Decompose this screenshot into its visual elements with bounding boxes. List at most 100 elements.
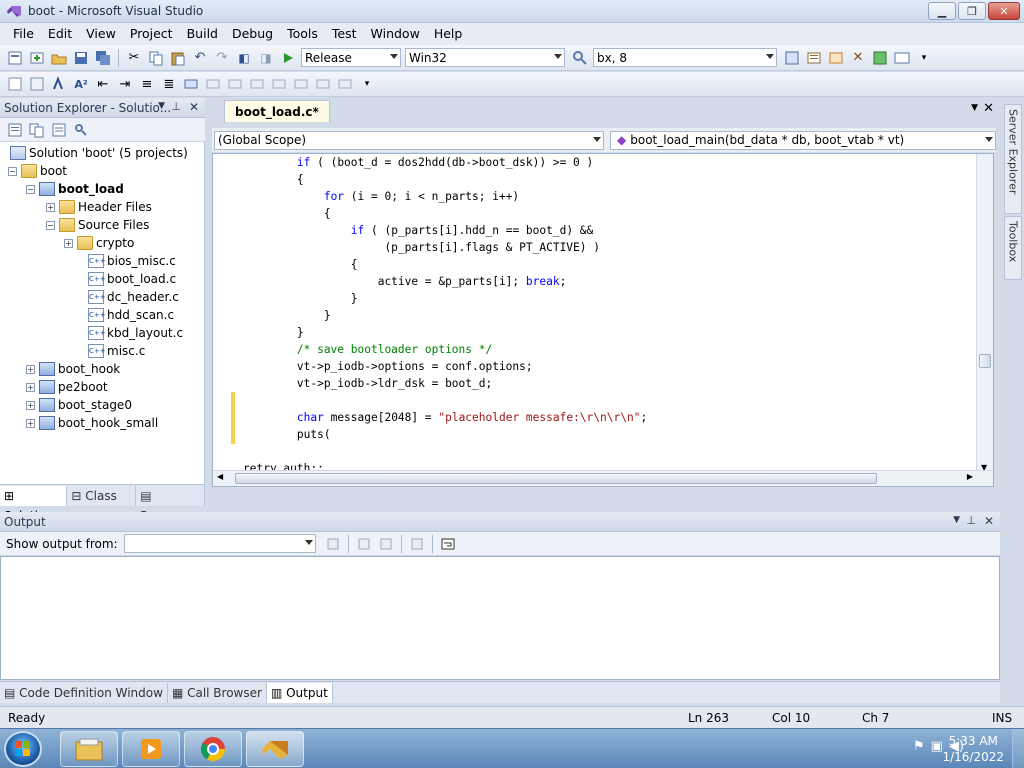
- expand-icon[interactable]: +: [26, 400, 35, 410]
- start-debugging-icon[interactable]: [279, 49, 297, 67]
- tab-class-view[interactable]: ⊟ Class ...: [67, 485, 137, 523]
- network-icon[interactable]: ▣: [931, 739, 943, 754]
- show-all-files-icon[interactable]: [28, 121, 46, 139]
- expand-icon[interactable]: +: [46, 202, 55, 212]
- collapse-icon[interactable]: −: [26, 184, 35, 194]
- auto-hide-pin-icon[interactable]: ⊥: [966, 514, 976, 527]
- horizontal-scroll-thumb[interactable]: [235, 473, 877, 484]
- collapse-icon[interactable]: −: [46, 220, 55, 230]
- find-in-files-icon[interactable]: [571, 49, 589, 67]
- find-message-in-code-icon[interactable]: [324, 535, 342, 553]
- copy-icon[interactable]: [147, 49, 165, 67]
- add-item-icon[interactable]: [28, 49, 46, 67]
- code-line[interactable]: {: [243, 171, 647, 188]
- code-line[interactable]: {: [243, 205, 647, 222]
- start-button[interactable]: [4, 731, 42, 767]
- go-to-previous-message-icon[interactable]: [355, 535, 373, 553]
- menu-help[interactable]: Help: [427, 23, 470, 45]
- toolbox-icon[interactable]: ✕: [849, 49, 867, 67]
- scope-dropdown[interactable]: (Global Scope): [214, 130, 604, 150]
- file-node[interactable]: C++ hdd_scan.c: [88, 306, 174, 324]
- code-line[interactable]: puts(: [243, 426, 647, 443]
- tab-call-browser[interactable]: ▦ Call Browser: [168, 682, 267, 703]
- show-desktop-button[interactable]: [1012, 729, 1024, 768]
- increase-indent-icon[interactable]: ⇥: [116, 75, 134, 93]
- menu-view[interactable]: View: [79, 23, 123, 45]
- code-line[interactable]: }: [243, 290, 647, 307]
- tab-toolbox[interactable]: Toolbox: [1004, 216, 1022, 280]
- display-object-member-list-icon[interactable]: [6, 75, 24, 93]
- next-bookmark-icon[interactable]: [226, 75, 244, 93]
- expand-icon[interactable]: +: [26, 382, 35, 392]
- file-node[interactable]: C++ misc.c: [88, 342, 145, 360]
- collapse-icon[interactable]: −: [8, 166, 17, 176]
- horizontal-scrollbar[interactable]: ◀ ▶: [213, 470, 993, 486]
- clear-all-icon[interactable]: [408, 535, 426, 553]
- project-node[interactable]: + boot_hook_small: [26, 414, 158, 432]
- code-line[interactable]: vt->p_iodb->options = conf.options;: [243, 358, 647, 375]
- solution-platform-dropdown[interactable]: Win32: [405, 48, 565, 67]
- window-position-icon[interactable]: ▼: [953, 515, 960, 525]
- tab-solution-explorer[interactable]: ⊞ Soluti...: [0, 485, 68, 523]
- file-node[interactable]: C++ kbd_layout.c: [88, 324, 183, 342]
- view-class-diagram-icon[interactable]: [50, 121, 68, 139]
- active-files-icon[interactable]: ▼: [971, 103, 978, 113]
- solution-configuration-dropdown[interactable]: Release: [301, 48, 401, 67]
- command-window-icon[interactable]: [893, 49, 911, 67]
- menu-debug[interactable]: Debug: [225, 23, 280, 45]
- quick-info-icon[interactable]: [50, 75, 68, 93]
- complete-word-icon[interactable]: A²: [72, 75, 90, 93]
- save-all-icon[interactable]: [94, 49, 112, 67]
- code-editor[interactable]: if ( (boot_d = dos2hdd(db->boot_dsk)) >=…: [212, 153, 994, 487]
- code-line[interactable]: /* save bootloader options */: [243, 341, 647, 358]
- comment-out-icon[interactable]: ≡: [138, 75, 156, 93]
- system-clock[interactable]: 5:33 AM 1/16/2022: [942, 733, 1004, 765]
- taskbar-chrome[interactable]: [184, 731, 242, 767]
- next-bookmark-in-document-icon[interactable]: [314, 75, 332, 93]
- properties-icon[interactable]: [805, 49, 823, 67]
- project-node-boot-load[interactable]: − boot_load: [26, 180, 124, 198]
- file-node[interactable]: C++ dc_header.c: [88, 288, 179, 306]
- menu-build[interactable]: Build: [180, 23, 225, 45]
- tab-server-explorer[interactable]: Server Explorer: [1004, 104, 1022, 214]
- code-line[interactable]: if ( (p_parts[i].hdd_n == boot_d) &&: [243, 222, 647, 239]
- next-bookmark-in-folder-icon[interactable]: [270, 75, 288, 93]
- expand-icon[interactable]: +: [64, 238, 73, 248]
- clear-bookmarks-icon[interactable]: [336, 75, 354, 93]
- previous-bookmark-in-folder-icon[interactable]: [248, 75, 266, 93]
- tab-output[interactable]: ▥ Output: [266, 682, 333, 703]
- previous-bookmark-icon[interactable]: [204, 75, 222, 93]
- function-dropdown[interactable]: ◆ boot_load_main(bd_data * db, boot_vtab…: [610, 130, 996, 150]
- taskbar-explorer[interactable]: [60, 731, 118, 767]
- close-icon[interactable]: ✕: [984, 514, 994, 528]
- properties-icon[interactable]: [6, 121, 24, 139]
- folder-node-crypto[interactable]: + crypto: [64, 234, 134, 252]
- go-to-next-message-icon[interactable]: [377, 535, 395, 553]
- expand-icon[interactable]: +: [26, 418, 35, 428]
- folder-node-source-files[interactable]: − Source Files: [46, 216, 149, 234]
- decrease-indent-icon[interactable]: ⇤: [94, 75, 112, 93]
- solution-explorer-icon[interactable]: [783, 49, 801, 67]
- scroll-right-icon[interactable]: ▶: [967, 472, 973, 481]
- parameter-info-icon[interactable]: [28, 75, 46, 93]
- file-node[interactable]: C++ boot_load.c: [88, 270, 176, 288]
- code-line[interactable]: if ( (boot_d = dos2hdd(db->boot_dsk)) >=…: [243, 154, 647, 171]
- taskbar-visual-studio[interactable]: [246, 731, 304, 767]
- tab-code-definition-window[interactable]: ▤ Code Definition Window: [0, 682, 168, 703]
- menu-project[interactable]: Project: [123, 23, 180, 45]
- cut-icon[interactable]: ✂: [125, 49, 143, 67]
- minimize-button[interactable]: ▁: [928, 2, 956, 20]
- menu-edit[interactable]: Edit: [41, 23, 79, 45]
- code-line[interactable]: }: [243, 307, 647, 324]
- auto-hide-pin-icon[interactable]: ⊥: [171, 100, 181, 113]
- taskbar-media-player[interactable]: [122, 731, 180, 767]
- open-file-icon[interactable]: [50, 49, 68, 67]
- menu-window[interactable]: Window: [364, 23, 427, 45]
- show-output-from-dropdown[interactable]: [123, 534, 316, 553]
- menu-file[interactable]: File: [6, 23, 41, 45]
- code-line[interactable]: for (i = 0; i < n_parts; i++): [243, 188, 647, 205]
- code-line[interactable]: [243, 392, 647, 409]
- toggle-bookmark-icon[interactable]: [182, 75, 200, 93]
- tab-property-manager[interactable]: ▤ Prope...: [136, 485, 205, 523]
- close-button[interactable]: ✕: [988, 2, 1020, 20]
